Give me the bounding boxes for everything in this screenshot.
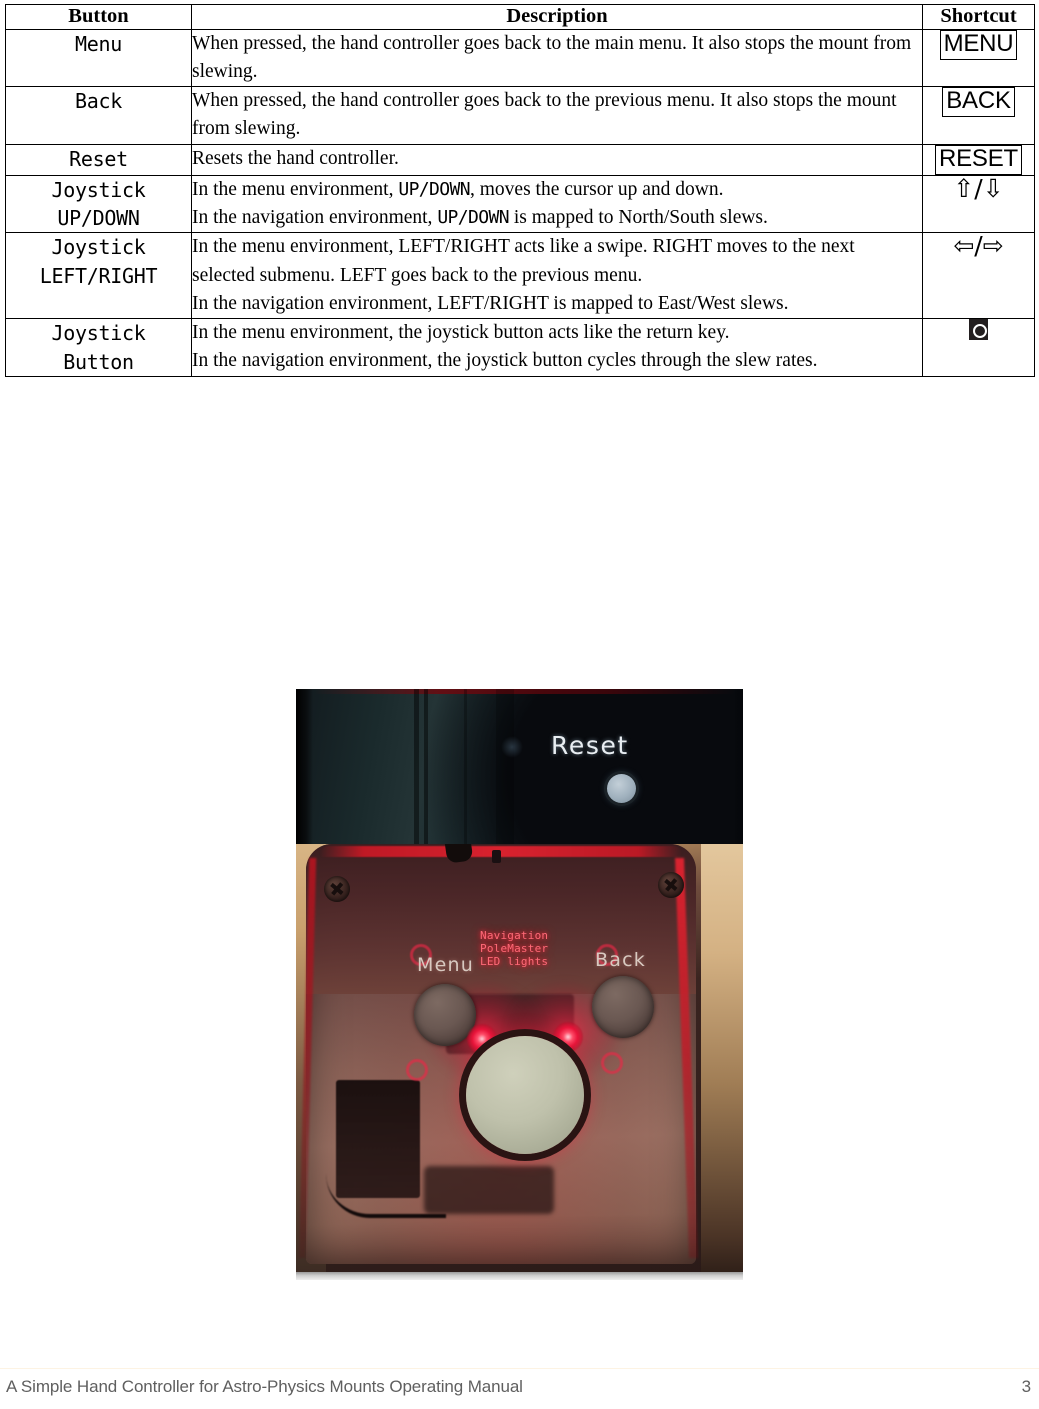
keycap-back: BACK bbox=[942, 87, 1015, 118]
column-header-button: Button bbox=[5, 4, 192, 30]
keycap-menu: MENU bbox=[939, 29, 1018, 60]
button-name-joystick-updown: Joystick UP/DOWN bbox=[5, 174, 192, 234]
panel-stripe bbox=[496, 689, 514, 844]
column-header-shortcut: Shortcut bbox=[922, 4, 1035, 30]
internal-shadow bbox=[424, 1166, 554, 1214]
panel-stripe bbox=[424, 689, 428, 844]
panel-lens-flare bbox=[501, 736, 523, 758]
reset-panel-photo: Reset bbox=[296, 689, 743, 844]
panel-right-edge bbox=[733, 689, 743, 844]
description-back: When pressed, the hand controller goes b… bbox=[191, 86, 923, 145]
left-right-arrows-icon: ⇦/⇨ bbox=[953, 231, 1004, 261]
panel-top-red-glow bbox=[314, 689, 735, 694]
button-reference-table: Button Description Shortcut Menu When pr… bbox=[5, 4, 1035, 377]
table-row: Joystick Button In the menu environment,… bbox=[5, 318, 1035, 377]
photo-menu-label: Menu bbox=[417, 954, 474, 976]
panel-left-edge bbox=[296, 689, 313, 844]
table-row: Back When pressed, the hand controller g… bbox=[5, 86, 1035, 145]
physical-back-button[interactable] bbox=[592, 976, 654, 1038]
screw-top-right bbox=[658, 872, 684, 898]
description-reset: Resets the hand controller. bbox=[191, 143, 923, 176]
up-down-arrows-icon: ⇧/⇩ bbox=[953, 173, 1004, 203]
table-row: Menu When pressed, the hand controller g… bbox=[5, 28, 1035, 88]
desc-text: In the navigation environment, bbox=[192, 206, 438, 228]
keycap-reset: RESET bbox=[934, 144, 1023, 175]
table-row: Joystick UP/DOWN In the menu environment… bbox=[5, 173, 1035, 234]
controller-face-photo: Menu Back Navigation PoleMaster LED ligh… bbox=[296, 844, 743, 1280]
footer-page-number: 3 bbox=[1021, 1377, 1031, 1396]
background-surface-right bbox=[701, 844, 743, 1280]
table-row: Joystick LEFT/RIGHT In the menu environm… bbox=[5, 231, 1035, 320]
button-name-menu: Menu bbox=[5, 28, 192, 88]
button-name-joystick-button: Joystick Button bbox=[5, 318, 192, 377]
led-annotation-text: Navigation PoleMaster LED lights bbox=[480, 929, 549, 968]
description-menu: When pressed, the hand controller goes b… bbox=[191, 28, 923, 88]
panel-stripe bbox=[464, 689, 467, 844]
shortcut-cell-back: BACK bbox=[922, 86, 1035, 145]
desc-paragraph: In the menu environment, the joystick bu… bbox=[192, 322, 730, 344]
shortcut-cell-joystick-updown: ⇧/⇩ bbox=[922, 173, 1035, 234]
shortcut-cell-joystick-leftright: ⇦/⇨ bbox=[922, 231, 1035, 320]
controller-red-top-glow bbox=[320, 846, 682, 857]
joystick-button-icon bbox=[969, 319, 988, 341]
photo-back-label: Back bbox=[595, 949, 646, 971]
physical-joystick[interactable] bbox=[466, 1036, 584, 1154]
page-footer: A Simple Hand Controller for Astro-Physi… bbox=[6, 1377, 1031, 1397]
footer-divider bbox=[0, 1368, 1039, 1369]
controller-notch bbox=[492, 850, 501, 863]
shortcut-cell-reset: RESET bbox=[922, 143, 1035, 176]
desc-mono-updown: UP/DOWN bbox=[437, 206, 509, 228]
shortcut-cell-menu: MENU bbox=[922, 28, 1035, 88]
column-header-description: Description bbox=[191, 4, 923, 30]
button-name-back: Back bbox=[5, 86, 192, 145]
desc-paragraph: In the menu environment, LEFT/RIGHT acts… bbox=[192, 236, 855, 286]
photo-bottom-edge bbox=[296, 1272, 743, 1280]
desc-text: , moves the cursor up and down. bbox=[470, 178, 724, 200]
desc-paragraph: In the navigation environment, LEFT/RIGH… bbox=[192, 292, 789, 314]
hand-controller-photo: Reset Menu Back Navigation PoleMaster LE… bbox=[296, 689, 743, 1280]
description-joystick-updown: In the menu environment, UP/DOWN, moves … bbox=[191, 174, 923, 234]
button-reference-table-container: Button Description Shortcut Menu When pr… bbox=[5, 4, 1035, 377]
reset-label-text: Reset bbox=[551, 731, 629, 760]
button-name-joystick-leftright: Joystick LEFT/RIGHT bbox=[5, 232, 192, 320]
footer-title: A Simple Hand Controller for Astro-Physi… bbox=[6, 1377, 523, 1396]
reset-push-button[interactable] bbox=[607, 774, 636, 803]
desc-text: is mapped to North/South slews. bbox=[508, 206, 768, 228]
panel-stripe bbox=[414, 689, 419, 844]
desc-text: In the menu environment, bbox=[192, 178, 399, 200]
panel-ring-marker bbox=[406, 1059, 428, 1081]
button-name-reset: Reset bbox=[5, 143, 192, 176]
desc-paragraph: In the navigation environment, the joyst… bbox=[192, 350, 818, 372]
desc-mono-updown: UP/DOWN bbox=[398, 178, 470, 200]
shortcut-cell-joystick-button bbox=[922, 318, 1035, 377]
screw-top-left bbox=[324, 876, 350, 902]
description-joystick-leftright: In the menu environment, LEFT/RIGHT acts… bbox=[191, 232, 923, 320]
table-header-row: Button Description Shortcut bbox=[5, 4, 1035, 30]
table-row: Reset Resets the hand controller. RESET bbox=[5, 143, 1035, 176]
controller-top-face bbox=[306, 844, 696, 994]
panel-ring-marker bbox=[601, 1052, 623, 1074]
description-joystick-button: In the menu environment, the joystick bu… bbox=[191, 318, 923, 377]
